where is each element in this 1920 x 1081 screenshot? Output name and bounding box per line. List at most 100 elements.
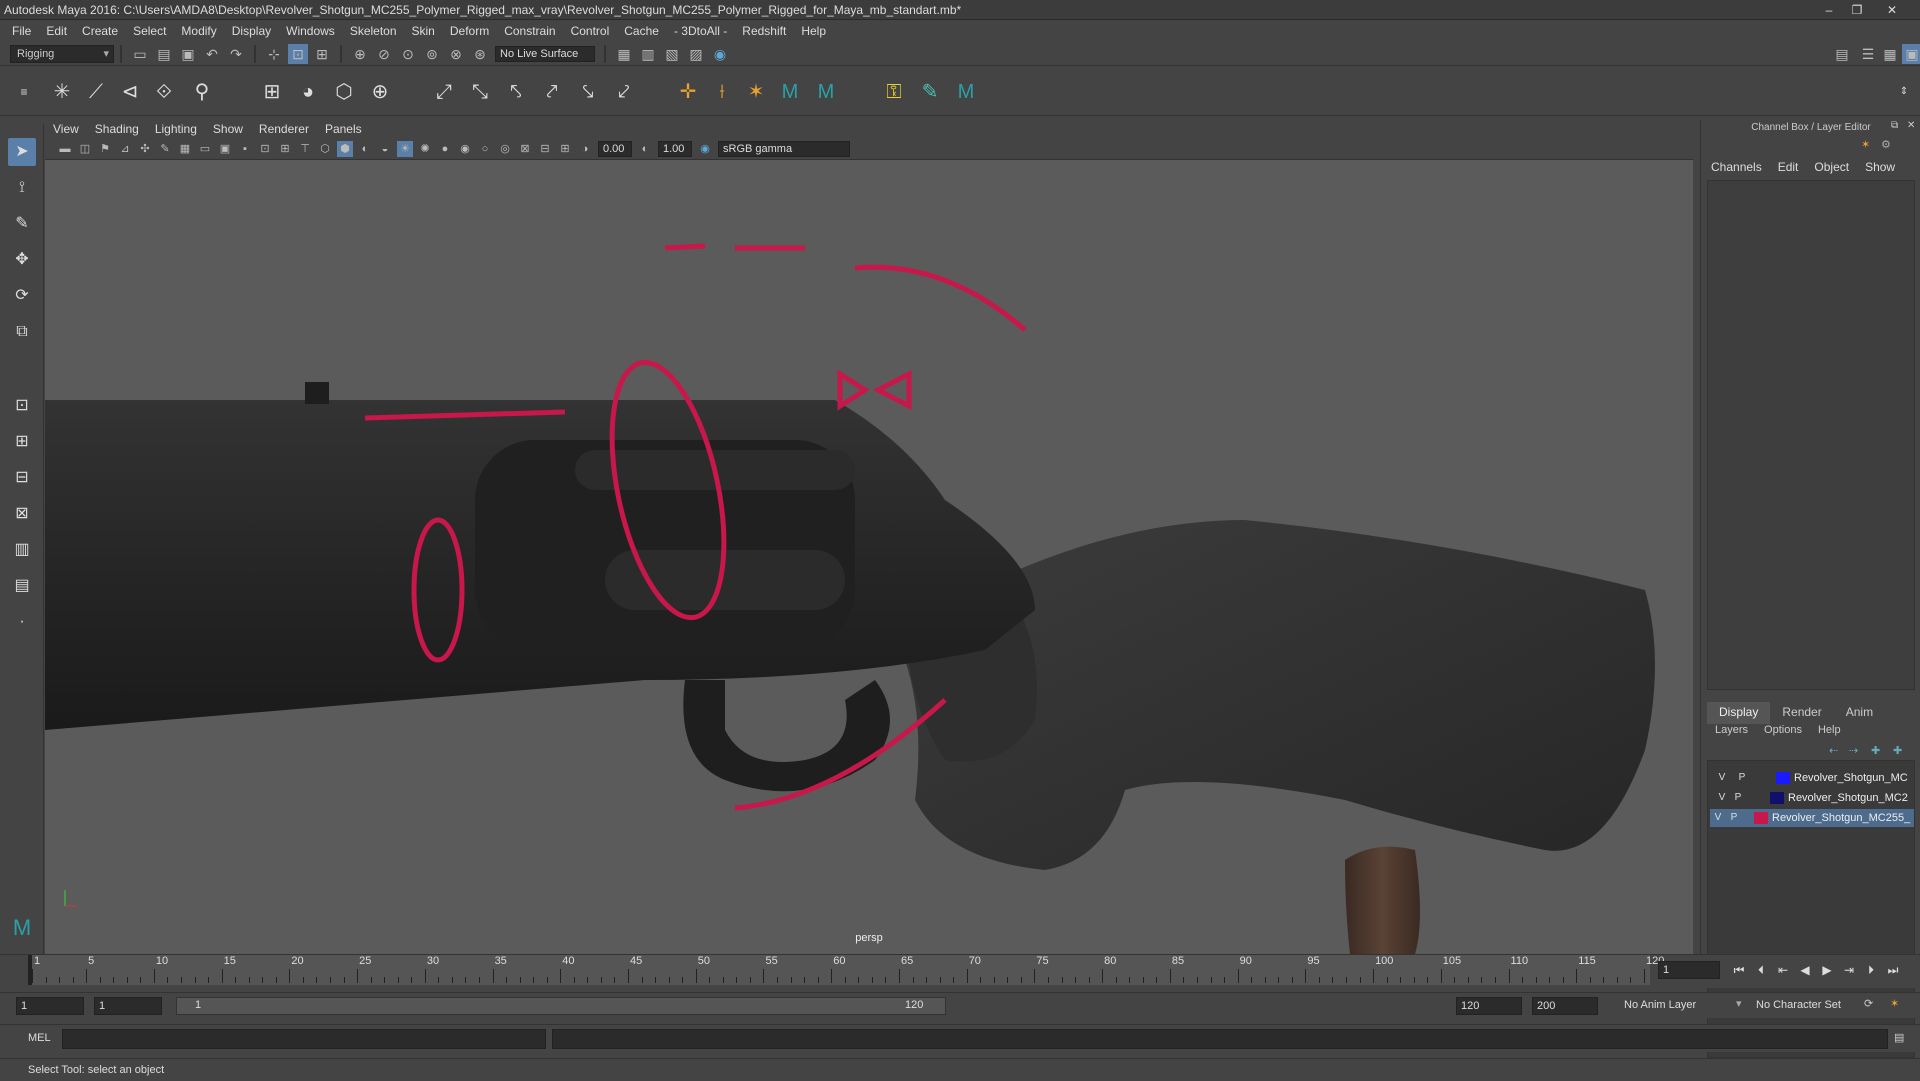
tab-anim[interactable]: Anim [1834,702,1885,724]
menu-3dtoall[interactable]: - 3DtoAll - [674,24,727,38]
viewport-menu-panels[interactable]: Panels [325,122,362,136]
paint-weights-icon[interactable]: ◕ [294,78,322,106]
paint-tool-icon[interactable]: ✎ [916,78,944,106]
go-to-start-icon[interactable]: ⏮ [1730,961,1748,979]
graph-layout-icon[interactable]: ▥ [8,536,36,564]
layer-visibility-toggle[interactable]: V [1712,811,1724,825]
orient-joint-icon[interactable]: ⟐ [150,78,178,106]
redo-icon[interactable]: ↷ [226,44,246,64]
maximize-icon[interactable]: ❐ [1844,0,1870,18]
move-tool-icon[interactable]: ✥ [8,246,36,274]
lasso-tool-icon[interactable]: ⟟ [8,174,36,202]
close-icon[interactable]: ✕ [1872,0,1912,18]
go-to-end-icon[interactable]: ⏭ [1884,961,1902,979]
layer-visibility-toggle[interactable]: V [1716,791,1728,805]
layer-name[interactable]: Revolver_Shotgun_MC255_ [1772,809,1910,827]
layer-visibility-toggle[interactable]: V [1716,771,1728,785]
command-language-label[interactable]: MEL [28,1032,51,1044]
hammer-right-arrow[interactable] [872,369,912,411]
show-menu[interactable]: Show [1865,160,1895,180]
menu-skeleton[interactable]: Skeleton [350,24,397,38]
undo-icon[interactable]: ↶ [202,44,222,64]
orient-constraint-icon[interactable]: ⤥ [574,78,602,106]
image-plane-icon[interactable]: ⊿ [117,141,133,157]
paint-select-tool-icon[interactable]: ✎ [8,210,36,238]
lattice-icon[interactable]: ⬡ [330,78,358,106]
maya-script-3-icon[interactable]: M [952,78,980,106]
play-backwards-icon[interactable]: ◀ [1796,961,1814,979]
film-gate-icon[interactable]: ▭ [197,141,213,157]
current-frame-field[interactable]: 1 [1658,961,1720,979]
select-hierarchy-icon[interactable]: ⊹ [264,44,284,64]
snap-point-icon[interactable]: ⊙ [398,44,418,64]
snap-grid-icon[interactable]: ⊕ [350,44,370,64]
bookmark-icon[interactable]: ⚑ [97,141,113,157]
playback-start-field[interactable]: 1 [94,997,162,1015]
hypershade-layout-icon[interactable]: ▤ [8,572,36,600]
shelf-scroll-icon[interactable]: ⇕ [1890,78,1918,106]
anim-layer-chevron-down-icon[interactable]: ▾ [1736,997,1742,1010]
four-pane-layout-icon[interactable]: ⊞ [8,428,36,456]
end-time-field[interactable]: 200 [1532,997,1598,1015]
range-slider[interactable]: 1 120 [176,997,946,1015]
shadows-icon[interactable]: ✺ [417,141,433,157]
shelf-menu-icon[interactable]: ≡ [10,78,38,106]
motion-blur-icon[interactable]: ◉ [457,141,473,157]
hammer-left-arrow[interactable] [837,369,870,411]
layer-row[interactable]: V P Revolver_Shotgun_MC [1710,769,1914,787]
bind-skin-icon[interactable]: ⊞ [258,78,286,106]
two-d-pan-icon[interactable]: ✣ [137,141,153,157]
new-empty-layer-icon[interactable]: ✚ [1871,744,1880,757]
start-time-field[interactable]: 1 [16,997,84,1015]
textured-icon[interactable]: ◒ [377,141,393,157]
channel-box-toggle-icon[interactable]: ▣ [1902,44,1920,64]
trigger-guard[interactable] [683,680,890,792]
layer-row[interactable]: V P Revolver_Shotgun_MC2 [1710,789,1914,807]
xray-joints-icon[interactable]: ⊞ [557,141,573,157]
smooth-shade-icon[interactable]: ⬢ [337,140,353,157]
depth-of-field-icon[interactable]: ◎ [497,141,513,157]
channel-options-icon[interactable]: ⚙ [1881,138,1891,151]
channel-box-area[interactable] [1707,180,1915,690]
tab-display[interactable]: Display [1707,702,1771,724]
channels-menu[interactable]: Channels [1711,160,1762,180]
revolver-shotgun-model[interactable] [45,382,1655,954]
character-rig-icon[interactable]: ✶ [742,78,770,106]
resolution-gate-icon[interactable]: ▣ [217,141,233,157]
layer-name[interactable]: Revolver_Shotgun_MC [1794,769,1908,787]
tool-settings-icon[interactable]: ▦ [1880,44,1900,64]
current-time-marker[interactable] [28,955,32,985]
layer-color-swatch[interactable] [1776,772,1790,784]
wireframe-on-shaded-icon[interactable]: ◐ [357,141,373,157]
attribute-editor-icon[interactable]: ☰ [1858,44,1878,64]
move-layer-down-icon[interactable]: ⇢ [1849,744,1858,757]
snap-view-icon[interactable]: ⊚ [422,44,442,64]
command-input[interactable] [62,1029,546,1049]
rotate-tool-icon[interactable]: ⟳ [8,282,36,310]
anim-layer-dropdown[interactable]: No Anim Layer [1620,997,1740,1015]
wireframe-icon[interactable]: ⬡ [317,141,333,157]
gamma-field[interactable]: 1.00 [658,140,692,157]
new-scene-icon[interactable]: ▭ [130,44,150,64]
layer-color-swatch[interactable] [1770,792,1784,804]
menu-select[interactable]: Select [133,24,166,38]
channel-filter-icon[interactable]: ✶ [1861,138,1870,151]
gamma-icon[interactable]: ◐ [637,141,653,157]
menu-display[interactable]: Display [232,24,271,38]
safe-action-icon[interactable]: ⊞ [277,141,293,157]
layer-row-selected[interactable]: V P Revolver_Shotgun_MC255_ [1710,809,1914,827]
options-menu[interactable]: Options [1764,724,1802,742]
ik-spline-icon[interactable]: ⤡ [466,78,494,106]
layer-playback-toggle[interactable]: P [1736,771,1748,785]
menu-deform[interactable]: Deform [450,24,489,38]
time-ruler[interactable]: 1 5 10 15 20 25 30 35 40 45 50 55 60 65 70 75 80 85 90 95 10… [28,955,1664,985]
render-settings-icon[interactable]: ▧ [662,44,682,64]
snap-live-icon[interactable]: ⊛ [470,44,490,64]
open-scene-icon[interactable]: ▤ [154,44,174,64]
isolate-select-icon[interactable]: ⊠ [517,141,533,157]
layer-playback-toggle[interactable]: P [1728,811,1740,825]
color-management-icon[interactable]: ◉ [697,141,713,157]
step-back-key-icon[interactable]: ⇤ [1774,961,1792,979]
ipr-render-icon[interactable]: ▥ [638,44,658,64]
humanik-icon[interactable]: ⚲ [188,78,216,106]
